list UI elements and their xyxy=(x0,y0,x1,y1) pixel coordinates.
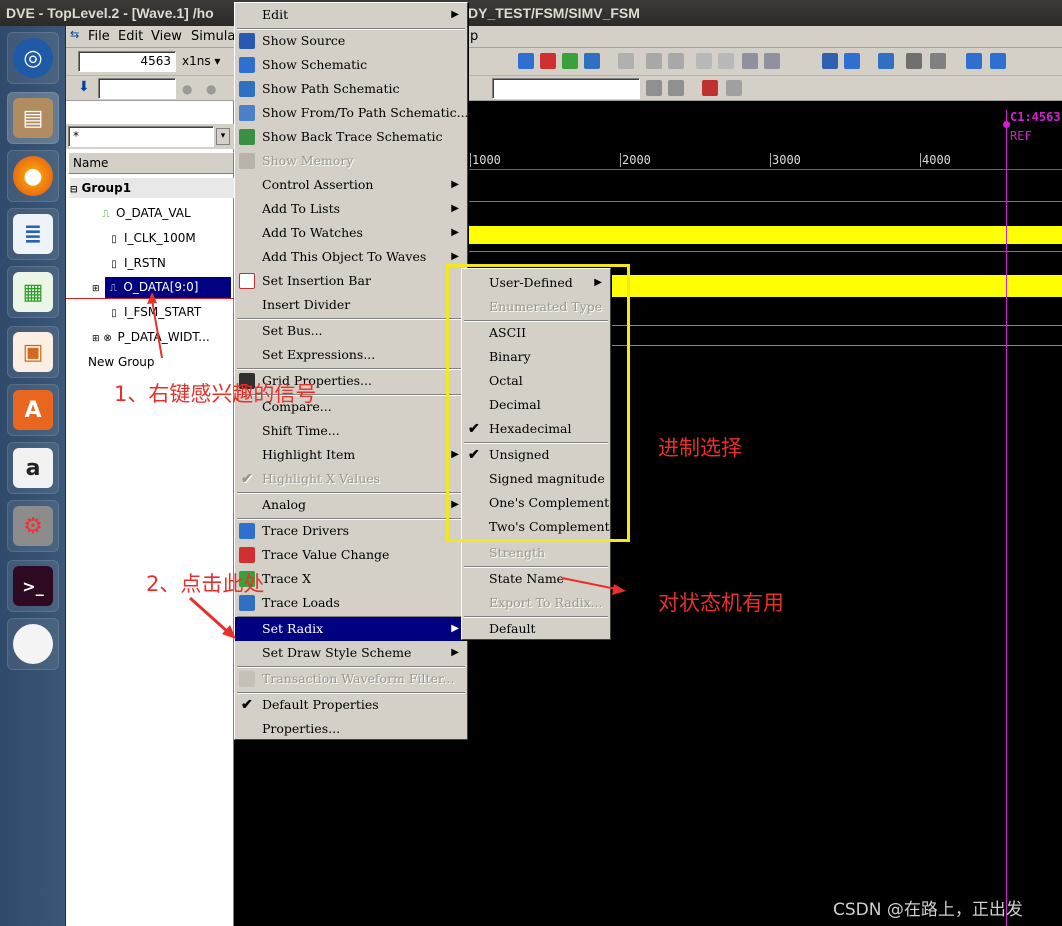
arrow-fsm xyxy=(561,577,617,590)
annotation-radix: 进制选择 xyxy=(658,436,742,460)
annotation-fsm: 对状态机有用 xyxy=(658,591,784,615)
arrowhead-step1 xyxy=(147,292,157,304)
arrowhead-fsm xyxy=(612,584,626,595)
arrow-step2 xyxy=(188,596,230,634)
annotation-step2: 2、点击此处 xyxy=(146,572,265,596)
watermark: CSDN @在路上，正出发 xyxy=(833,900,1023,920)
arrow-step1 xyxy=(151,299,163,359)
annotation-arrows xyxy=(147,292,626,639)
annotation-step1: 1、右键感兴趣的信号 xyxy=(114,382,317,406)
